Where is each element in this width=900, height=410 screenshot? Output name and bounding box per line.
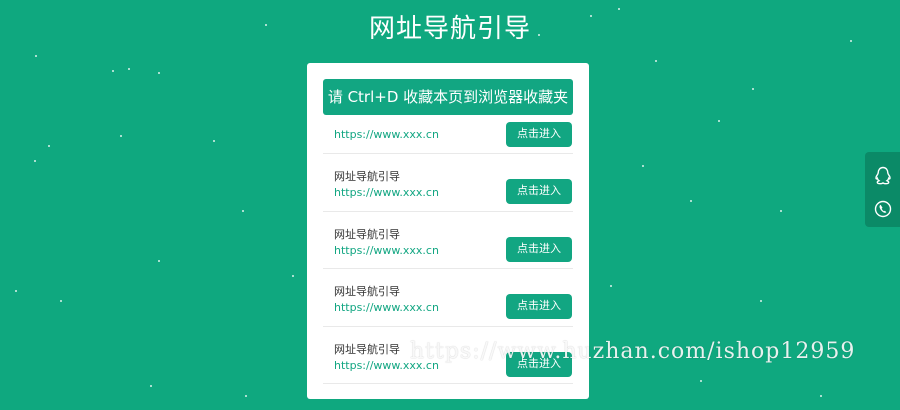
star xyxy=(718,120,720,122)
star xyxy=(780,210,782,212)
star xyxy=(128,68,130,70)
star xyxy=(48,145,50,147)
item-title: 网址导航引导 xyxy=(334,170,400,183)
star xyxy=(158,72,160,74)
enter-button[interactable]: 点击进入 xyxy=(506,179,572,204)
list-item: https://www.xxx.cn 点击进入 xyxy=(323,115,573,154)
phone-icon[interactable] xyxy=(873,199,893,219)
star xyxy=(158,260,160,262)
star xyxy=(610,285,612,287)
star xyxy=(112,70,114,72)
phone-icon-svg xyxy=(874,200,892,218)
side-contact-panel xyxy=(865,152,900,227)
item-url[interactable]: https://www.xxx.cn xyxy=(334,186,439,199)
star xyxy=(642,165,644,167)
enter-button[interactable]: 点击进入 xyxy=(506,122,572,147)
star xyxy=(752,88,754,90)
item-url[interactable]: https://www.xxx.cn xyxy=(334,301,439,314)
star xyxy=(690,200,692,202)
item-title: 网址导航引导 xyxy=(334,227,400,241)
list-item: 网址导航引导 https://www.xxx.cn 点击进入 xyxy=(323,269,573,327)
star xyxy=(700,380,702,382)
star xyxy=(60,300,62,302)
star xyxy=(292,275,294,277)
item-url[interactable]: https://www.xxx.cn xyxy=(334,244,439,257)
star xyxy=(35,55,37,57)
qq-icon-svg xyxy=(875,166,891,185)
star xyxy=(820,395,822,397)
enter-button[interactable]: 点击进入 xyxy=(506,236,572,262)
star xyxy=(15,290,17,292)
star xyxy=(760,300,762,302)
star xyxy=(242,210,244,212)
star xyxy=(120,135,122,137)
star xyxy=(150,385,152,387)
star xyxy=(213,140,215,142)
bookmark-hint: 请 Ctrl+D 收藏本页到浏览器收藏夹 xyxy=(323,79,573,115)
star xyxy=(34,160,36,162)
qq-icon[interactable] xyxy=(873,166,893,186)
item-title: 网址导航引导 xyxy=(334,285,400,298)
star xyxy=(245,395,247,397)
item-title: 网址导航引导 xyxy=(334,342,400,356)
page-title: 网址导航引导 xyxy=(368,14,531,44)
list-item: 网址导航引导 https://www.xxx.cn 点击进入 xyxy=(323,154,573,212)
list-item: 网址导航引导 https://www.xxx.cn 点击进入 xyxy=(323,212,573,269)
enter-button[interactable]: 点击进入 xyxy=(506,294,572,319)
watermark-text: https://www.huzhan.com/ishop12959 xyxy=(410,339,856,364)
star xyxy=(655,60,657,62)
item-url[interactable]: https://www.xxx.cn xyxy=(334,128,439,141)
